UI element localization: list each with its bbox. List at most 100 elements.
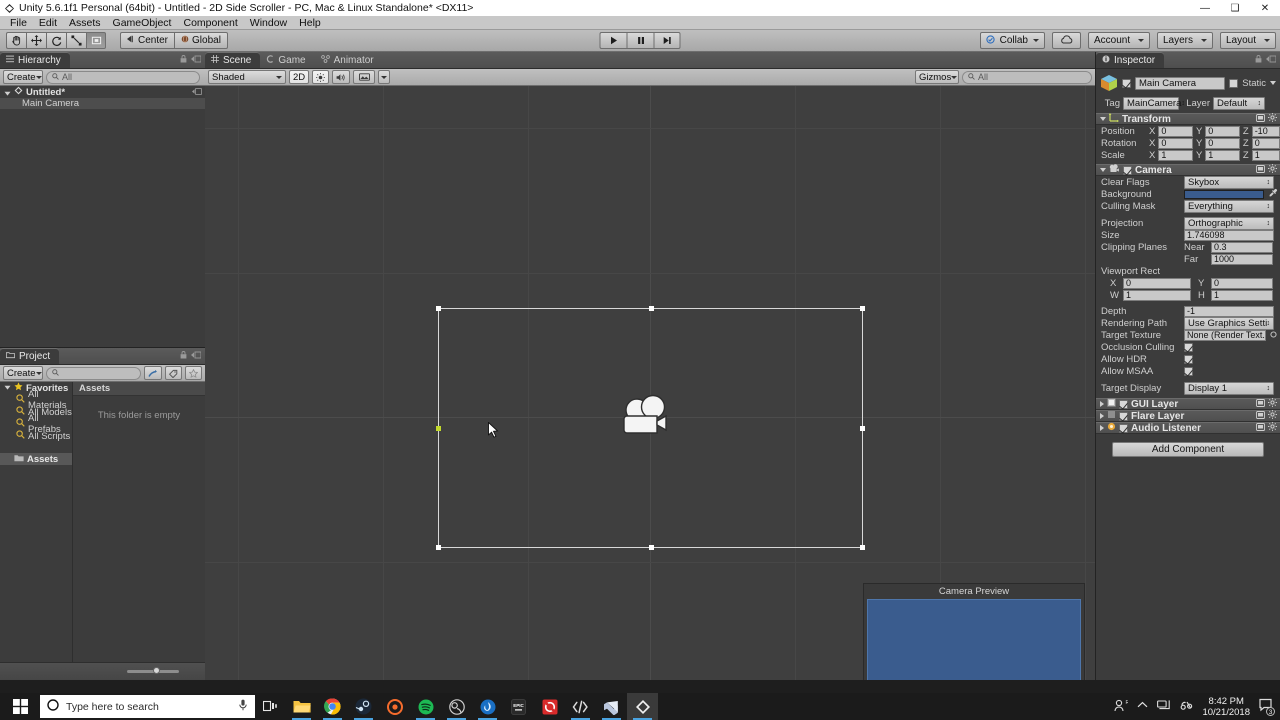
move-tool-button[interactable] bbox=[26, 32, 46, 49]
task-view-button[interactable] bbox=[255, 693, 286, 720]
scene-effects-dropdown[interactable] bbox=[378, 70, 391, 84]
scale-y-input[interactable]: 1 bbox=[1205, 149, 1240, 161]
hierarchy-search-input[interactable]: All bbox=[46, 70, 200, 84]
chevron-down-icon[interactable] bbox=[4, 383, 11, 394]
hierarchy-tree[interactable]: Untitled* Main Camera bbox=[0, 86, 205, 347]
chevron-down-icon[interactable] bbox=[1270, 81, 1276, 85]
icon-size-slider[interactable] bbox=[127, 667, 179, 674]
menu-edit[interactable]: Edit bbox=[33, 16, 63, 30]
preset-icon[interactable] bbox=[1256, 398, 1265, 410]
size-input[interactable]: 1.746098 bbox=[1184, 229, 1274, 241]
gameobject-name-input[interactable]: Main Camera bbox=[1135, 76, 1226, 90]
project-search-input[interactable] bbox=[46, 366, 141, 380]
menu-help[interactable]: Help bbox=[293, 16, 327, 30]
gameobject-active-checkbox[interactable] bbox=[1122, 78, 1131, 88]
chevron-right-icon[interactable] bbox=[1100, 401, 1104, 407]
flare-layer-component-header[interactable]: Flare Layer bbox=[1096, 410, 1280, 422]
scene-gizmos-dropdown[interactable]: Gizmos bbox=[915, 70, 959, 84]
menu-file[interactable]: File bbox=[4, 16, 33, 30]
target-texture-field[interactable]: None (Render Text. bbox=[1184, 329, 1266, 341]
tab-hierarchy[interactable]: Hierarchy bbox=[0, 52, 70, 68]
play-button[interactable] bbox=[599, 32, 627, 49]
gui-layer-enabled-checkbox[interactable] bbox=[1119, 399, 1128, 409]
taskbar-app-file-explorer[interactable] bbox=[286, 693, 317, 720]
taskbar-app-visual-studio-code[interactable] bbox=[565, 693, 596, 720]
taskbar-app-blizzard-battlenet[interactable] bbox=[472, 693, 503, 720]
eyedropper-icon[interactable] bbox=[1269, 188, 1278, 200]
lock-icon[interactable] bbox=[1255, 54, 1262, 66]
taskbar-clock[interactable]: 8:42 PM 10/21/2018 bbox=[1202, 696, 1250, 718]
gear-icon[interactable] bbox=[1268, 422, 1277, 434]
rotate-tool-button[interactable] bbox=[46, 32, 66, 49]
panel-menu-icon[interactable] bbox=[191, 350, 202, 362]
gear-icon[interactable] bbox=[1268, 410, 1277, 422]
rotation-x-input[interactable]: 0 bbox=[1158, 137, 1193, 149]
rect-transform-tool-button[interactable] bbox=[86, 32, 106, 49]
viewport-w-input[interactable]: 1 bbox=[1123, 289, 1191, 301]
tab-scene[interactable]: Scene bbox=[205, 52, 261, 68]
rotation-y-input[interactable]: 0 bbox=[1205, 137, 1240, 149]
transform-component-header[interactable]: Transform bbox=[1096, 113, 1280, 125]
taskbar-app-obs-studio[interactable] bbox=[441, 693, 472, 720]
position-y-input[interactable]: 0 bbox=[1205, 125, 1240, 137]
collab-button[interactable]: Collab bbox=[979, 32, 1045, 49]
tab-animator[interactable]: Animator bbox=[315, 52, 383, 68]
taskbar-app-dvd-ripper[interactable] bbox=[534, 693, 565, 720]
clear-flags-dropdown[interactable]: Skybox ↕ bbox=[1184, 175, 1274, 189]
camera-gizmo-icon[interactable] bbox=[615, 393, 673, 441]
selection-handle-bottom-left[interactable] bbox=[436, 545, 441, 550]
chevron-right-icon[interactable] bbox=[1100, 413, 1104, 419]
gear-icon[interactable] bbox=[1268, 113, 1277, 125]
gui-layer-component-header[interactable]: GUI Layer bbox=[1096, 398, 1280, 410]
project-favorite-all-prefabs[interactable]: All Prefabs bbox=[0, 413, 72, 435]
static-checkbox[interactable] bbox=[1229, 78, 1239, 88]
lock-icon[interactable] bbox=[180, 350, 187, 362]
layers-button[interactable]: Layers bbox=[1157, 32, 1213, 49]
selection-handle-top-right[interactable] bbox=[860, 306, 865, 311]
rendering-path-dropdown[interactable]: Use Graphics Settings ↕ bbox=[1184, 316, 1274, 330]
chevron-right-icon[interactable] bbox=[1100, 425, 1104, 431]
viewport-x-input[interactable]: 0 bbox=[1123, 277, 1191, 289]
filter-by-type-button[interactable] bbox=[144, 366, 162, 380]
tab-project[interactable]: Project bbox=[0, 348, 60, 364]
taskbar-app-visual-studio[interactable] bbox=[596, 693, 627, 720]
account-button[interactable]: Account bbox=[1088, 32, 1150, 49]
taskbar-app-origin[interactable] bbox=[379, 693, 410, 720]
filter-by-label-button[interactable] bbox=[165, 366, 182, 380]
rotation-z-input[interactable]: 0 bbox=[1251, 137, 1280, 149]
show-hidden-icons-icon[interactable] bbox=[1137, 701, 1148, 712]
camera-component-header[interactable]: Camera bbox=[1096, 164, 1280, 176]
scale-z-input[interactable]: 1 bbox=[1251, 149, 1280, 161]
preset-icon[interactable] bbox=[1256, 422, 1265, 434]
minimize-button[interactable]: — bbox=[1190, 0, 1220, 16]
handle-space-button[interactable]: Global bbox=[174, 32, 228, 49]
icon-size-slider-knob[interactable] bbox=[153, 667, 160, 674]
audio-listener-enabled-checkbox[interactable] bbox=[1119, 423, 1128, 433]
taskbar-app-unity[interactable] bbox=[627, 693, 658, 720]
tag-dropdown[interactable]: MainCamera ↕ bbox=[1123, 97, 1185, 110]
project-create-button[interactable]: Create bbox=[3, 366, 43, 380]
step-button[interactable] bbox=[653, 32, 681, 49]
scene-effects-toggle[interactable] bbox=[353, 70, 376, 84]
background-color-swatch[interactable] bbox=[1184, 189, 1264, 199]
notifications-icon[interactable]: 3 bbox=[1259, 698, 1275, 716]
panel-menu-icon[interactable] bbox=[191, 54, 202, 66]
menu-gameobject[interactable]: GameObject bbox=[107, 16, 178, 30]
position-x-input[interactable]: 0 bbox=[1158, 125, 1193, 137]
menu-component[interactable]: Component bbox=[177, 16, 243, 30]
audio-listener-component-header[interactable]: Audio Listener bbox=[1096, 422, 1280, 434]
allow-msaa-checkbox[interactable] bbox=[1184, 366, 1193, 376]
scale-x-input[interactable]: 1 bbox=[1158, 149, 1193, 161]
chevron-down-icon[interactable] bbox=[1100, 117, 1106, 121]
scene-search-input[interactable]: All bbox=[962, 70, 1092, 84]
camera-enabled-checkbox[interactable] bbox=[1123, 165, 1132, 175]
selection-handle-left-center[interactable] bbox=[436, 426, 441, 431]
microphone-icon[interactable] bbox=[238, 699, 248, 714]
project-favorite-all-scripts[interactable]: All Scripts bbox=[0, 430, 72, 442]
viewport-h-input[interactable]: 1 bbox=[1211, 289, 1273, 301]
selection-handle-top-center[interactable] bbox=[649, 306, 654, 311]
add-component-button[interactable]: Add Component bbox=[1112, 442, 1264, 457]
far-input[interactable]: 1000 bbox=[1211, 253, 1273, 265]
scene-2d-toggle[interactable]: 2D bbox=[289, 70, 310, 84]
scene-lighting-toggle[interactable] bbox=[312, 70, 330, 84]
